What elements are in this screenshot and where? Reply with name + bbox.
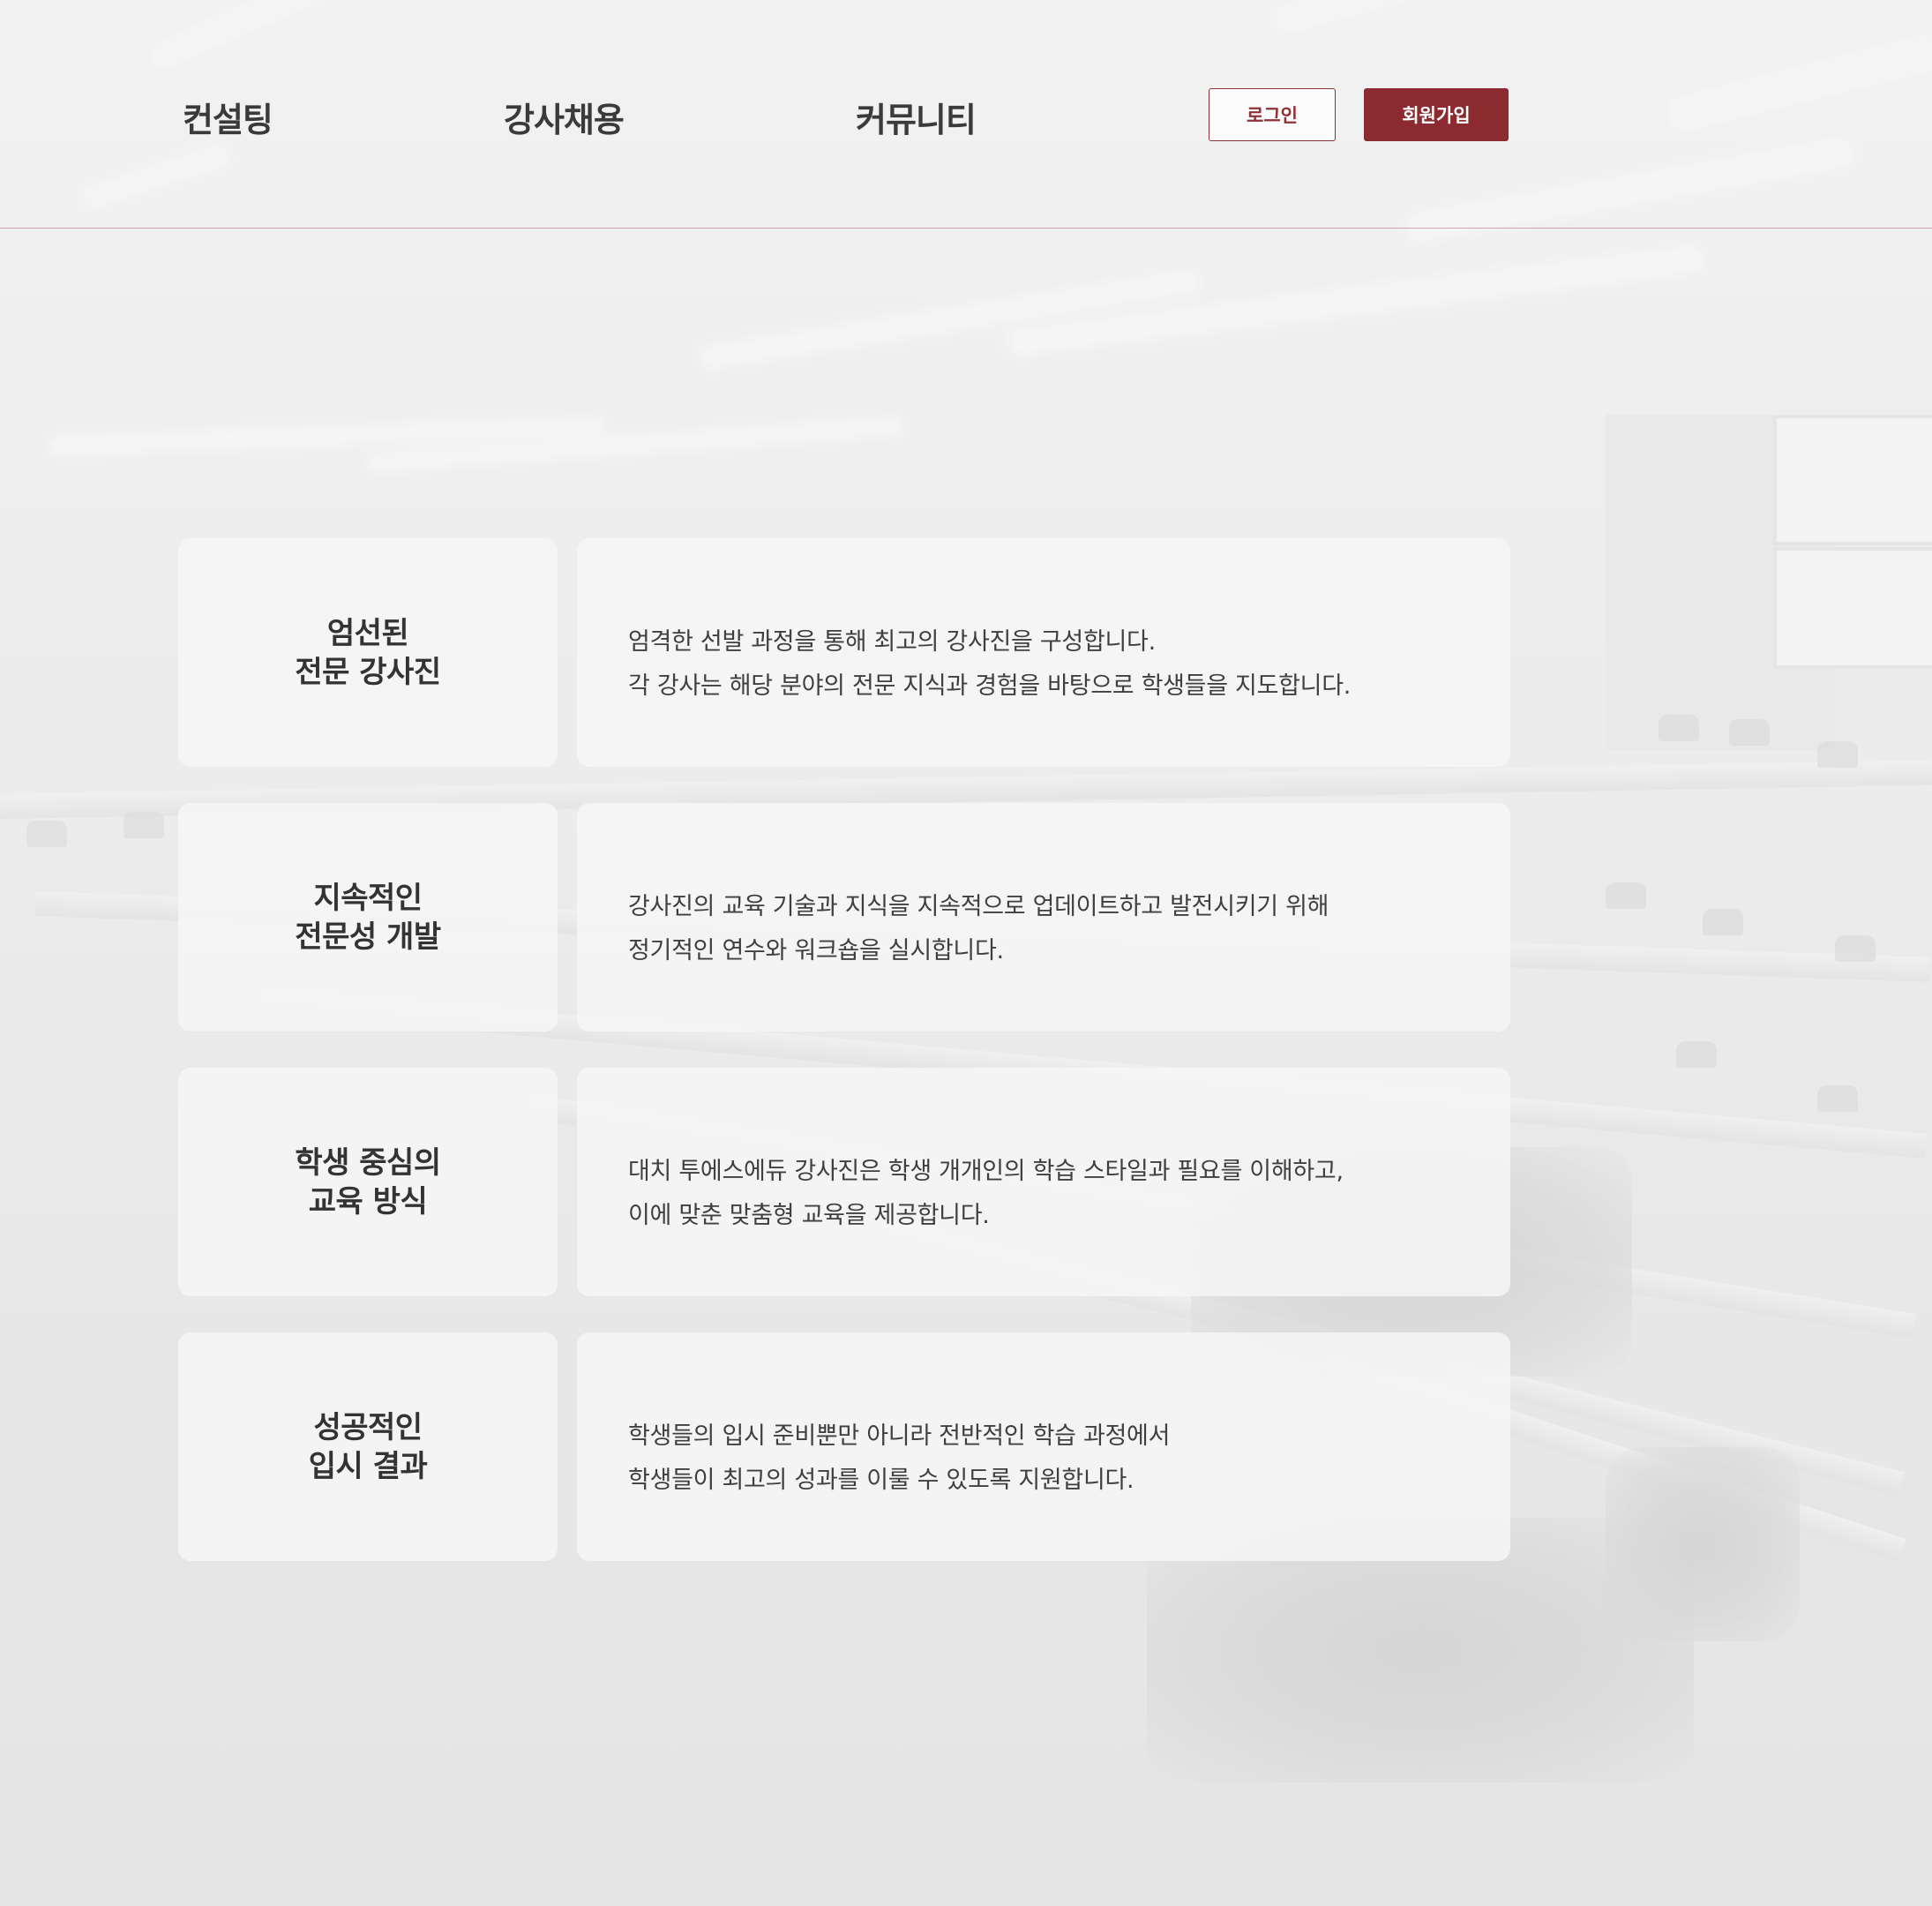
feature-title-card: 학생 중심의 교육 방식 [178,1068,558,1296]
features-section: 엄선된 전문 강사진 엄격한 선발 과정을 통해 최고의 강사진을 구성합니다.… [178,538,1510,1597]
login-button[interactable]: 로그인 [1209,88,1336,141]
feature-row: 지속적인 전문성 개발 강사진의 교육 기술과 지식을 지속적으로 업데이트하고… [178,803,1510,1032]
feature-title: 교육 방식 [308,1183,428,1219]
feature-description: 학생들이 최고의 성과를 이룰 수 있도록 지원합니다. [628,1467,1134,1494]
feature-title: 지속적인 [313,880,423,916]
feature-description-card: 강사진의 교육 기술과 지식을 지속적으로 업데이트하고 발전시키기 위해 정기… [577,803,1510,1032]
feature-title: 입시 결과 [308,1448,428,1484]
feature-title-card: 엄선된 전문 강사진 [178,538,558,767]
feature-row: 엄선된 전문 강사진 엄격한 선발 과정을 통해 최고의 강사진을 구성합니다.… [178,538,1510,767]
nav-community[interactable]: 커뮤니티 [856,93,977,141]
feature-title: 엄선된 [326,615,409,651]
nav-instructor-recruitment[interactable]: 강사채용 [504,93,625,141]
feature-title-card: 성공적인 입시 결과 [178,1332,558,1561]
nav-consulting[interactable]: 컨설팅 [183,93,273,141]
feature-description-card: 대치 투에스에듀 강사진은 학생 개개인의 학습 스타일과 필요를 이해하고, … [577,1068,1510,1296]
feature-description-card: 학생들의 입시 준비뿐만 아니라 전반적인 학습 과정에서 학생들이 최고의 성… [577,1332,1510,1561]
feature-description: 강사진의 교육 기술과 지식을 지속적으로 업데이트하고 발전시키기 위해 [628,893,1329,920]
feature-description: 학생들의 입시 준비뿐만 아니라 전반적인 학습 과정에서 [628,1422,1171,1450]
feature-title: 성공적인 [313,1409,423,1445]
feature-description-card: 엄격한 선발 과정을 통해 최고의 강사진을 구성합니다. 각 강사는 해당 분… [577,538,1510,767]
feature-description: 이에 맞춘 맞춤형 교육을 제공합니다. [628,1202,990,1229]
signup-button[interactable]: 회원가입 [1364,88,1509,141]
feature-description: 정기적인 연수와 워크숍을 실시합니다. [628,937,1004,964]
feature-description: 각 강사는 해당 분야의 전문 지식과 경험을 바탕으로 학생들을 지도합니다. [628,672,1352,700]
feature-description: 대치 투에스에듀 강사진은 학생 개개인의 학습 스타일과 필요를 이해하고, [628,1158,1344,1185]
feature-title: 전문 강사진 [295,654,441,690]
site-header: 컨설팅 강사채용 커뮤니티 로그인 회원가입 [0,0,1932,229]
feature-title: 학생 중심의 [295,1144,441,1181]
feature-row: 학생 중심의 교육 방식 대치 투에스에듀 강사진은 학생 개개인의 학습 스타… [178,1068,1510,1296]
feature-description: 엄격한 선발 과정을 통해 최고의 강사진을 구성합니다. [628,628,1156,656]
feature-row: 성공적인 입시 결과 학생들의 입시 준비뿐만 아니라 전반적인 학습 과정에서… [178,1332,1510,1561]
feature-title-card: 지속적인 전문성 개발 [178,803,558,1032]
feature-title: 전문성 개발 [295,919,441,955]
